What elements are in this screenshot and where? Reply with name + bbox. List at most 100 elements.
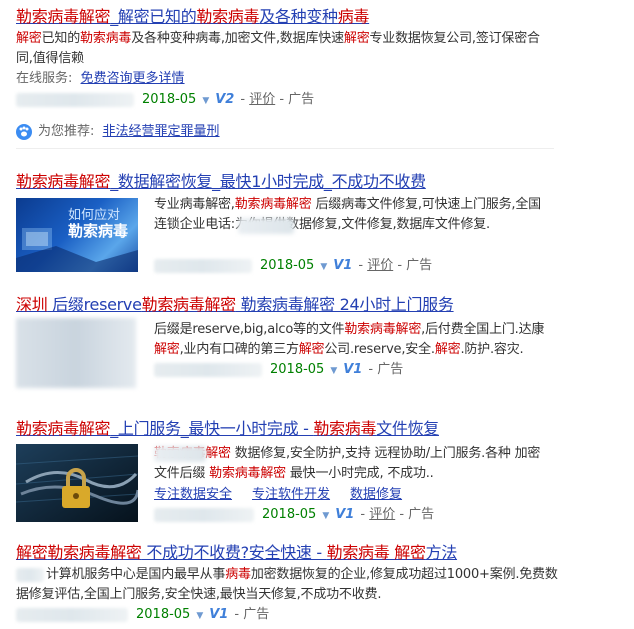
- rating-link[interactable]: 评价: [369, 507, 395, 522]
- v-badge-icon[interactable]: V1: [335, 507, 354, 522]
- paw-icon: [16, 123, 32, 140]
- rating-link[interactable]: 评价: [249, 92, 275, 107]
- recommend-row: 为您推荐: 非法经营罪定罪量刑: [16, 123, 220, 141]
- text-segment: 后缀是reserve,big,alco等的文件: [154, 322, 345, 337]
- dropdown-arrow-icon[interactable]: ▼: [330, 366, 337, 376]
- recommend-label: 为您推荐:: [38, 124, 95, 139]
- text-segment: 勒索病毒解密: [209, 466, 286, 481]
- text-segment: 及各种变种: [259, 7, 338, 26]
- text-segment: _数据解密恢复_最快1小时完成_不成功不收费: [110, 172, 426, 191]
- text-segment: 解密: [343, 31, 370, 46]
- result-3-title[interactable]: 深圳 后缀reserve勒索病毒解密 勒索病毒解密 24小时上门服务: [16, 295, 454, 315]
- service-link[interactable]: 免费咨询更多详情: [81, 71, 185, 86]
- text-segment: 勒索病毒: [326, 543, 390, 562]
- v-badge-icon[interactable]: V1: [209, 607, 228, 622]
- blurred-url: [154, 362, 262, 377]
- blurred-url: [16, 92, 134, 107]
- result-2-title[interactable]: 勒索病毒解密_数据解密恢复_最快1小时完成_不成功不收费: [16, 172, 426, 192]
- text-segment: .防护.容灾.: [460, 342, 524, 357]
- result-5-title[interactable]: 解密勒索病毒解密 不成功不收费?安全快速 - 勒索病毒 解密方法: [16, 543, 457, 563]
- text-segment: 最快一小时完成, 不成功..: [285, 466, 434, 481]
- text-segment: 解密: [389, 543, 426, 562]
- text-segment: 公司.reserve,安全.: [324, 342, 435, 357]
- result-5-meta: 2018-05 ▼ V1- 广告: [16, 606, 269, 625]
- result-5-description: 计算机服务中心是国内最早从事病毒加密数据恢复的企业,修复成功超过1000+案例.…: [16, 565, 561, 605]
- text-segment: ,后付费全国上门.达康: [421, 322, 545, 337]
- ad-label: 广告: [406, 258, 433, 273]
- v-badge-icon[interactable]: V2: [215, 92, 234, 107]
- text-segment: _上门服务_最快一小时完成 -: [110, 419, 314, 438]
- text-segment: 方法: [425, 543, 458, 562]
- text-segment: 勒索病毒: [80, 31, 132, 46]
- result-1-service-row: 在线服务: 免费咨询更多详情: [16, 70, 185, 88]
- result-3-thumbnail[interactable]: [16, 318, 136, 388]
- text-segment: 勒索病毒解密: [141, 295, 237, 314]
- text-segment: ,业内有口碑的第三方: [179, 342, 299, 357]
- sublink-data-security[interactable]: 专注数据安全: [154, 487, 232, 502]
- text-segment: 数据修复,安全防护,支持 远程协助/上门服务.: [230, 446, 486, 461]
- dropdown-arrow-icon[interactable]: ▼: [320, 262, 327, 272]
- result-5-description-text: 计算机服务中心是国内最早从事病毒加密数据恢复的企业,修复成功超过1000+案例.…: [16, 567, 558, 602]
- result-4-title[interactable]: 勒索病毒解密_上门服务_最快一小时完成 - 勒索病毒文件恢复: [16, 419, 439, 439]
- text-segment: 勒索病毒: [196, 7, 260, 26]
- result-date: 2018-05: [262, 507, 317, 522]
- result-3-meta: 2018-05 ▼ V1- 广告: [154, 361, 403, 380]
- text-segment: 解密: [434, 342, 461, 357]
- result-2-description: 专业病毒解密,勒索病毒解密 后缀病毒文件修复,可快速上门服务,全国连锁企业电话:…: [154, 195, 550, 235]
- dropdown-arrow-icon[interactable]: ▼: [202, 96, 209, 106]
- text-segment: 病毒: [337, 7, 370, 26]
- text-segment: 勒索病毒: [313, 419, 377, 438]
- result-2-thumbnail[interactable]: 如何应对 勒索病毒: [16, 198, 138, 272]
- blurred-phone: [238, 218, 294, 234]
- sublink-data-repair[interactable]: 数据修复: [350, 487, 402, 502]
- text-segment: 专业病毒解密,: [154, 197, 235, 212]
- text-segment: 解密: [16, 543, 48, 562]
- thumb-text-2: 勒索病毒: [68, 223, 129, 240]
- result-1-title[interactable]: 勒索病毒解密_解密已知的勒索病毒及各种变种病毒: [16, 7, 369, 27]
- v-badge-icon[interactable]: V1: [343, 362, 362, 377]
- service-label: 在线服务:: [16, 71, 73, 86]
- result-date: 2018-05: [260, 258, 315, 273]
- text-segment: 计算机服务中心是国内最早从事: [46, 567, 226, 582]
- text-segment: 后缀reserve: [47, 295, 142, 314]
- blurred-url: [16, 607, 128, 622]
- text-segment: _解密已知的: [110, 7, 197, 26]
- result-3-description: 后缀是reserve,big,alco等的文件勒索病毒解密,后付费全国上门.达康…: [154, 320, 550, 360]
- result-date: 2018-05: [136, 607, 191, 622]
- dropdown-arrow-icon[interactable]: ▼: [196, 611, 203, 621]
- text-segment: 已知的: [41, 31, 81, 46]
- ad-label: 广告: [408, 507, 435, 522]
- result-2-meta: 2018-05 ▼ V1- 评价 - 广告: [154, 257, 432, 276]
- result-1-description: 解密已知的勒索病毒及各种变种病毒,加密文件,数据库快速解密专业数据恢复公司,签订…: [16, 29, 556, 69]
- result-1-meta: 2018-05 ▼ V2- 评价 - 广告: [16, 91, 314, 110]
- rating-link[interactable]: 评价: [367, 258, 393, 273]
- result-date: 2018-05: [270, 362, 325, 377]
- blurred-company-name: [16, 567, 44, 582]
- result-4-sublinks: 专注数据安全 专注软件开发 数据修复: [154, 486, 402, 504]
- blurred-company: [154, 446, 206, 462]
- ad-label: 广告: [243, 607, 270, 622]
- result-4-meta: 2018-05 ▼ V1- 评价 - 广告: [154, 506, 434, 525]
- ad-label: 广告: [377, 362, 404, 377]
- blurred-url: [154, 507, 254, 522]
- text-segment: 勒索病毒解密: [16, 172, 111, 191]
- text-segment: 深圳: [16, 295, 48, 314]
- text-segment: 勒索病毒解密: [47, 543, 142, 562]
- text-segment: 勒索病毒解密: [16, 7, 111, 26]
- text-segment: 解密: [298, 342, 325, 357]
- text-segment: 勒索病毒解密 24小时上门服务: [235, 295, 454, 314]
- text-segment: 勒索病毒解密: [344, 322, 422, 337]
- result-4-thumbnail[interactable]: [16, 444, 138, 522]
- text-segment: 不成功不收费?安全快速 -: [141, 543, 327, 562]
- ad-label: 广告: [288, 92, 315, 107]
- blurred-url: [154, 258, 252, 273]
- text-segment: 勒索病毒解密: [16, 419, 111, 438]
- text-segment: 病毒: [225, 567, 251, 582]
- sublink-software-dev[interactable]: 专注软件开发: [252, 487, 330, 502]
- v-badge-icon[interactable]: V1: [333, 258, 352, 273]
- text-segment: 及各种变种病毒,加密文件,数据库快速: [131, 31, 344, 46]
- dropdown-arrow-icon[interactable]: ▼: [322, 511, 329, 521]
- text-segment: 解密: [154, 342, 180, 357]
- recommend-link[interactable]: 非法经营罪定罪量刑: [103, 124, 220, 139]
- result-date: 2018-05: [142, 92, 197, 107]
